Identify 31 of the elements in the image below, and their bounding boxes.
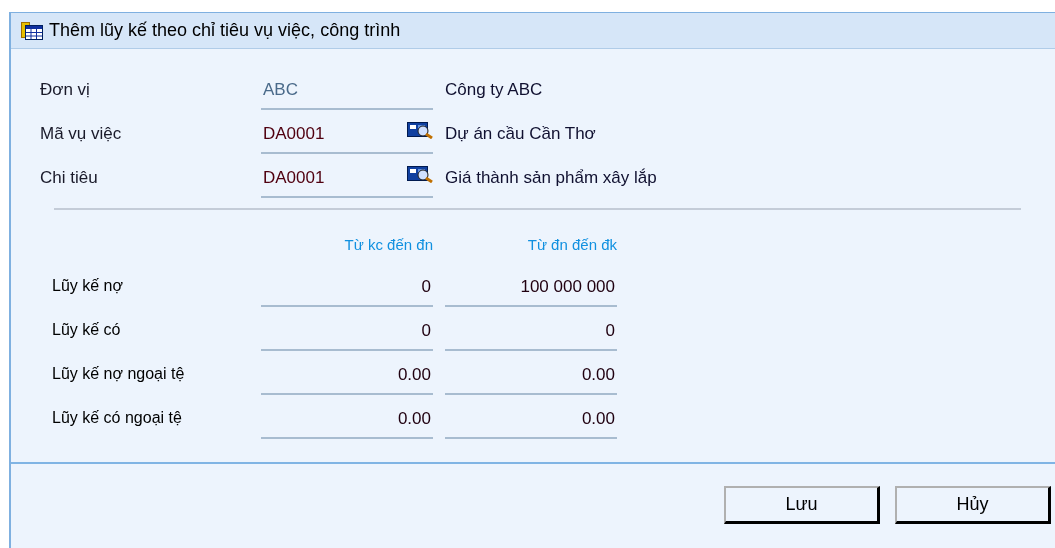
input-field[interactable]: DA0001	[261, 121, 433, 154]
lookup-icon[interactable]	[407, 121, 433, 139]
amount-field[interactable]: 0.00	[261, 406, 433, 439]
save-button[interactable]: Lưu	[724, 486, 880, 524]
input-field[interactable]: DA0001	[261, 165, 433, 198]
field-description: Giá thành sản phẩm xây lắp	[445, 167, 657, 189]
row-label: Lũy kế nợ ngoại tệ	[51, 364, 186, 384]
table-icon	[21, 21, 43, 40]
field-value: DA0001	[263, 123, 325, 145]
field-value: DA0001	[263, 167, 325, 189]
row-label: Lũy kế nợ	[51, 276, 124, 296]
field-label: Đơn vị	[40, 79, 91, 101]
amount-field[interactable]: 100 000 000	[445, 274, 617, 307]
amount-field[interactable]: 0.00	[261, 362, 433, 395]
field-description: Dự án cầu Cần Thơ	[445, 123, 596, 145]
cancel-button[interactable]: Hủy	[895, 486, 1051, 524]
row-label: Lũy kế có	[51, 320, 122, 340]
row-label: Lũy kế có ngoại tệ	[51, 408, 183, 428]
field-label: Chi tiêu	[40, 167, 99, 189]
window-title: Thêm lũy kế theo chỉ tiêu vụ việc, công trình	[49, 19, 401, 42]
amount-field[interactable]: 0	[261, 274, 433, 307]
field-label: Mã vụ việc	[40, 123, 123, 145]
amount-field[interactable]: 0.00	[445, 406, 617, 439]
amount-field[interactable]: 0	[261, 318, 433, 351]
column-header: Từ đn đến đk	[526, 235, 617, 255]
amount-field[interactable]: 0	[445, 318, 617, 351]
lookup-icon[interactable]	[407, 165, 433, 183]
amount-field[interactable]: 0.00	[445, 362, 617, 395]
column-header: Từ kc đến đn	[343, 235, 433, 255]
field-value: ABC	[263, 79, 298, 101]
field-description: Công ty ABC	[445, 79, 543, 101]
